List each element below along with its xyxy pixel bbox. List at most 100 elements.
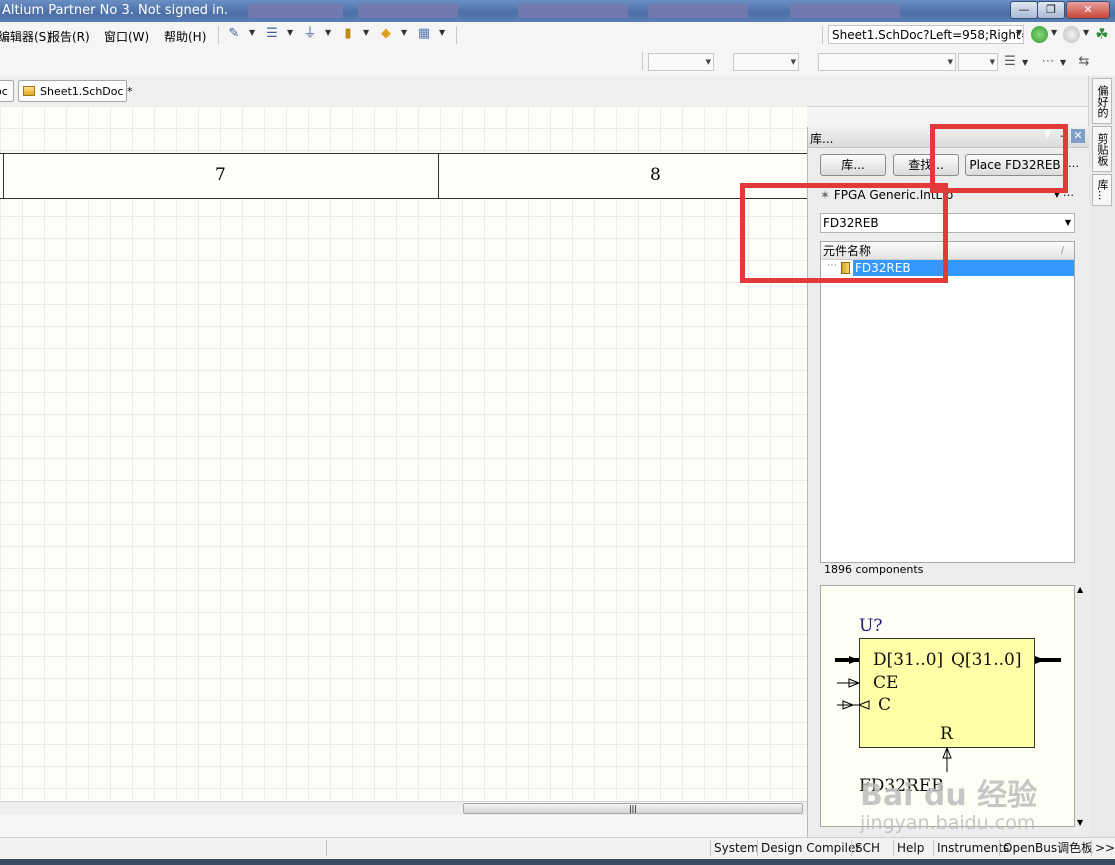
chevron-down-icon[interactable]: ▼ [1022,58,1028,67]
libraries-button[interactable]: 库... [820,154,886,176]
component-icon [841,262,850,274]
zone-divider [3,154,4,198]
more-options-icon[interactable]: … [1068,157,1079,170]
chevron-down-icon[interactable]: ▼ [1065,214,1071,232]
more-options-icon[interactable]: … [1063,184,1074,202]
font-combo[interactable]: ▼ [648,53,714,71]
watermark-url: jingyan.baidu.com [860,812,1036,834]
chevron-down-icon[interactable]: ▼ [401,28,407,37]
taskbar-tab [648,4,748,18]
library-select[interactable]: ✶ FPGA Generic.IntLib ▼ … [820,186,1076,206]
component-count: 1896 components [824,563,924,576]
restore-button[interactable]: ❐ [1037,1,1065,19]
chevron-down-icon[interactable]: ▼ [325,28,331,37]
filter-value: FD32REB [823,216,879,230]
home-icon[interactable]: ☘ [1094,26,1110,42]
close-panel-icon[interactable]: ✕ [1071,129,1085,143]
pin-icon[interactable]: – [1060,129,1066,142]
formatting-toolbar: ▼ ▼ ▼ ▼ ☰ ▼ ⋯ ▼ ⇆ [0,48,1115,77]
toolbar-separator [642,52,643,70]
panel-title: 库... [810,132,834,146]
library-select-value: FPGA Generic.IntLib [833,188,954,202]
chevron-down-icon[interactable]: ▼ [287,28,293,37]
minimize-button[interactable]: — [1010,1,1038,19]
zone-label: 8 [650,165,661,185]
horizontal-scrollbar[interactable]: ||| [0,801,807,816]
component-filter-input[interactable]: FD32REB ▼ [820,213,1075,233]
status-system[interactable]: System [710,840,762,856]
menu-item-help[interactable]: 帮助(H) [164,28,206,45]
search-button[interactable]: 查找... [893,154,959,176]
tree-line: ⋯ [827,260,837,271]
watermark-logo: Bai du 经验 [860,778,1038,813]
list-item[interactable]: ⋯ FD32REB [821,260,1074,276]
status-design-compiler[interactable]: Design Compiler [757,840,863,856]
chevron-down-icon[interactable]: ▼ [1051,28,1057,37]
chevron-down-icon[interactable]: ▼ [1016,28,1022,37]
dock-tab-clipboard[interactable]: 剪贴板 [1092,126,1112,172]
side-panel-dock: 偏好的 剪贴板 库... [1088,76,1115,837]
place-component-button[interactable]: Place FD32REB [965,154,1065,176]
preview-scrollbar[interactable]: ▲ ▼ [1075,585,1087,827]
line-pattern-icon[interactable]: ⋯ [1040,54,1056,70]
taskbar-tab [790,4,900,18]
document-path-field[interactable]: Sheet1.SchDoc?Left=958;Right= [828,25,1024,44]
schematic-doc-icon [23,86,35,96]
tab-sheet1-schdoc[interactable]: Sheet1.SchDoc * [18,80,133,102]
list-item-label: FD32REB [853,260,1074,276]
width-combo[interactable]: ▼ [958,53,998,71]
size-combo[interactable]: ▼ [733,53,799,71]
grid-icon[interactable]: ▦ [416,26,432,42]
schematic-canvas[interactable]: 7 8 [0,106,807,801]
column-header-component-name[interactable]: 元件名称 / [821,242,1074,260]
part-tools-icon[interactable]: ▮ [340,26,356,42]
chevron-down-icon[interactable]: ▼ [1060,58,1066,67]
menu-item-editor[interactable]: 编辑器(S) [0,28,51,45]
menu-item-window[interactable]: 窗口(W) [104,28,149,45]
canvas-footer [0,815,807,837]
power-port-icon[interactable]: ⏚ [302,26,318,42]
tab-label: Sheet1.SchDoc * [40,85,133,98]
chevron-down-icon[interactable]: ▼ [363,28,369,37]
style-combo[interactable]: ▼ [818,53,956,71]
taskbar-tab [358,4,458,18]
chevron-down-icon[interactable]: ▼ [1083,28,1089,37]
status-sch[interactable]: SCH [851,840,883,856]
status-divider [326,840,327,856]
library-panel: 库... ▼ – ✕ 库... 查找... Place FD32REB … ✶ … [807,127,1089,837]
place-directive-icon[interactable]: ◆ [378,26,394,42]
panel-menu-icon[interactable]: ▼ [1044,130,1051,140]
window-title: Altium Partner No 3. Not signed in. [2,3,229,18]
zone-divider [438,154,439,198]
status-more[interactable]: >> [1091,840,1115,856]
status-openbus-palette[interactable]: OpenBus调色板 [999,840,1096,856]
taskbar-tab [518,4,628,18]
chevron-down-icon[interactable]: ▼ [1077,818,1083,827]
chevron-down-icon[interactable]: ▼ [249,28,255,37]
tab-previous-document[interactable]: oc [0,80,14,102]
swap-icon[interactable]: ⇆ [1076,54,1092,70]
taskbar-edge [0,859,1115,865]
status-help[interactable]: Help [893,840,927,856]
line-style-icon[interactable]: ☰ [1002,54,1018,70]
component-list[interactable]: 元件名称 / ⋯ FD32REB [820,241,1075,563]
chevron-down-icon[interactable]: ▼ [439,28,445,37]
toolbar-separator [218,26,219,44]
status-bar: System Design Compiler SCH Help Instrume… [0,837,1115,860]
dock-tab-favorites[interactable]: 偏好的 [1092,78,1112,124]
menu-item-reports[interactable]: 报告(R) [48,28,90,45]
forward-icon[interactable] [1063,26,1080,43]
align-tools-icon[interactable]: ☰ [264,26,280,42]
close-window-button[interactable]: ✕ [1066,1,1110,19]
sort-icon: / [1060,246,1064,256]
tab-label: oc [0,85,8,98]
sheet-border-zones: 7 8 [0,153,807,199]
scrollbar-thumb[interactable]: ||| [463,803,803,814]
wiring-tools-icon[interactable]: ✎ [226,26,242,42]
document-tab-bar: oc Sheet1.SchDoc * [0,76,1088,107]
chevron-up-icon[interactable]: ▲ [1077,585,1083,594]
taskbar-tab [248,4,343,18]
dock-tab-libraries[interactable]: 库... [1092,174,1112,206]
column-header-label: 元件名称 [823,244,872,258]
back-icon[interactable] [1031,26,1048,43]
